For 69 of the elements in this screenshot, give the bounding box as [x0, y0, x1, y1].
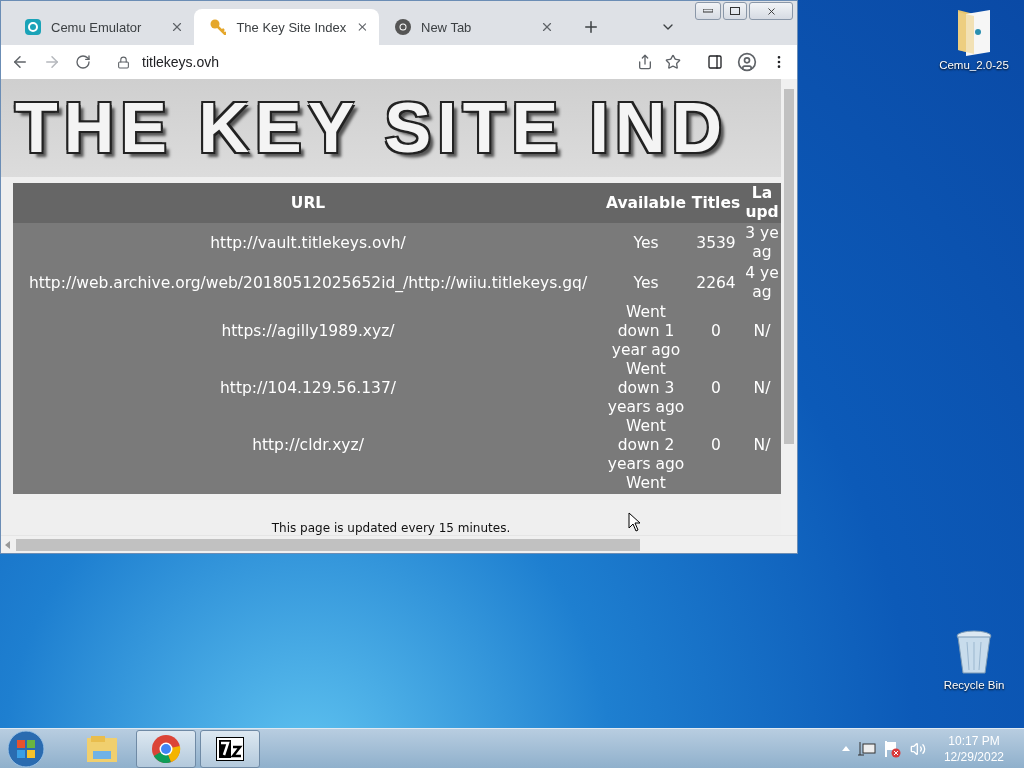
archive-app-icon [216, 736, 244, 761]
table-cell: Went down 1 year ago [603, 303, 689, 360]
table-cell: Went [603, 474, 689, 494]
column-header: URL [13, 183, 603, 223]
table-cell: N/ [743, 360, 781, 417]
horizontal-scrollbar[interactable] [1, 535, 797, 553]
new-tab-icon[interactable] [582, 18, 600, 36]
app-logo-icon [25, 19, 41, 35]
table-cell: http://web.archive.org/web/20180512025652id_/http://wiiu.titlekeys.gq/ [13, 263, 603, 303]
browser-tab[interactable]: Cemu Emulator [9, 9, 194, 45]
table-cell: http://cldr.xyz/ [13, 417, 603, 474]
table-cell: Went down 3 years ago [603, 360, 689, 417]
column-header: La upd [743, 183, 781, 223]
close-icon [765, 5, 777, 17]
column-header: Available [603, 183, 689, 223]
url-text: titlekeys.ovh [142, 54, 220, 70]
table-cell: N/ [743, 417, 781, 474]
table-cell: 4 ye ag [743, 263, 781, 303]
close-icon[interactable] [540, 20, 554, 34]
site-banner: THE KEY SITE IND [1, 79, 781, 177]
table-cell: https://agilly1989.xyz/ [13, 303, 603, 360]
tab-title: Cemu Emulator [51, 19, 143, 35]
start-button-icon[interactable] [6, 728, 46, 768]
recycle-bin-icon [955, 630, 993, 676]
table-cell: 2264 [689, 263, 743, 303]
table-cell: N/ [743, 303, 781, 360]
table-cell: Yes [603, 263, 689, 303]
close-icon[interactable] [170, 20, 184, 34]
maximize-button[interactable] [723, 2, 747, 20]
close-icon[interactable] [356, 20, 369, 34]
maximize-icon [730, 7, 740, 15]
table-cell: 0 [689, 303, 743, 360]
bookmark-star-icon[interactable] [665, 54, 681, 70]
footer-text: This page is updated every 15 minutes. [271, 521, 511, 535]
table-cell: 0 [689, 360, 743, 417]
taskbar-button[interactable] [200, 729, 260, 768]
mouse-cursor-icon [628, 512, 642, 532]
profile-icon[interactable] [737, 52, 757, 72]
table-cell: Went down 2 years ago [603, 417, 689, 474]
network-icon[interactable] [857, 740, 876, 757]
clock-date: 12/29/2022 [943, 748, 1004, 765]
table-cell: http://vault.titlekeys.ovh/ [13, 223, 603, 263]
tab-title: The Key Site Index [236, 19, 347, 35]
side-panel-icon[interactable] [707, 54, 723, 70]
shortcut-label: Cemu_2.0-25 [939, 59, 1009, 71]
desktop-shortcut[interactable]: Cemu_2.0-25 [934, 6, 1014, 71]
desktop-shortcut[interactable]: Recycle Bin [934, 630, 1014, 691]
share-icon[interactable] [637, 54, 653, 70]
clock-time: 10:17 PM [948, 732, 1000, 749]
reload-icon[interactable] [75, 54, 91, 70]
browser-tab[interactable]: The Key Site Index [194, 9, 379, 45]
table-cell: Yes [603, 223, 689, 263]
chrome-logo-icon [151, 733, 181, 764]
flag-icon[interactable] [883, 739, 902, 758]
shortcut-label: Recycle Bin [943, 679, 1005, 691]
lock-icon [117, 55, 130, 69]
browser-tab[interactable]: New Tab [379, 9, 564, 45]
back-icon[interactable] [11, 53, 29, 71]
table-cell: 0 [689, 417, 743, 474]
folder-icon [86, 734, 118, 763]
table-cell: 3539 [689, 223, 743, 263]
chrome-logo-icon [395, 19, 411, 35]
table-cell: http://104.129.56.137/ [13, 360, 603, 417]
column-header: Titles [689, 183, 743, 223]
tab-title: New Tab [421, 19, 473, 35]
minimize-icon [703, 9, 713, 13]
table-cell: 3 ye ag [743, 223, 781, 263]
scroll-left-arrow-icon[interactable] [5, 540, 10, 549]
key-icon [210, 19, 227, 35]
